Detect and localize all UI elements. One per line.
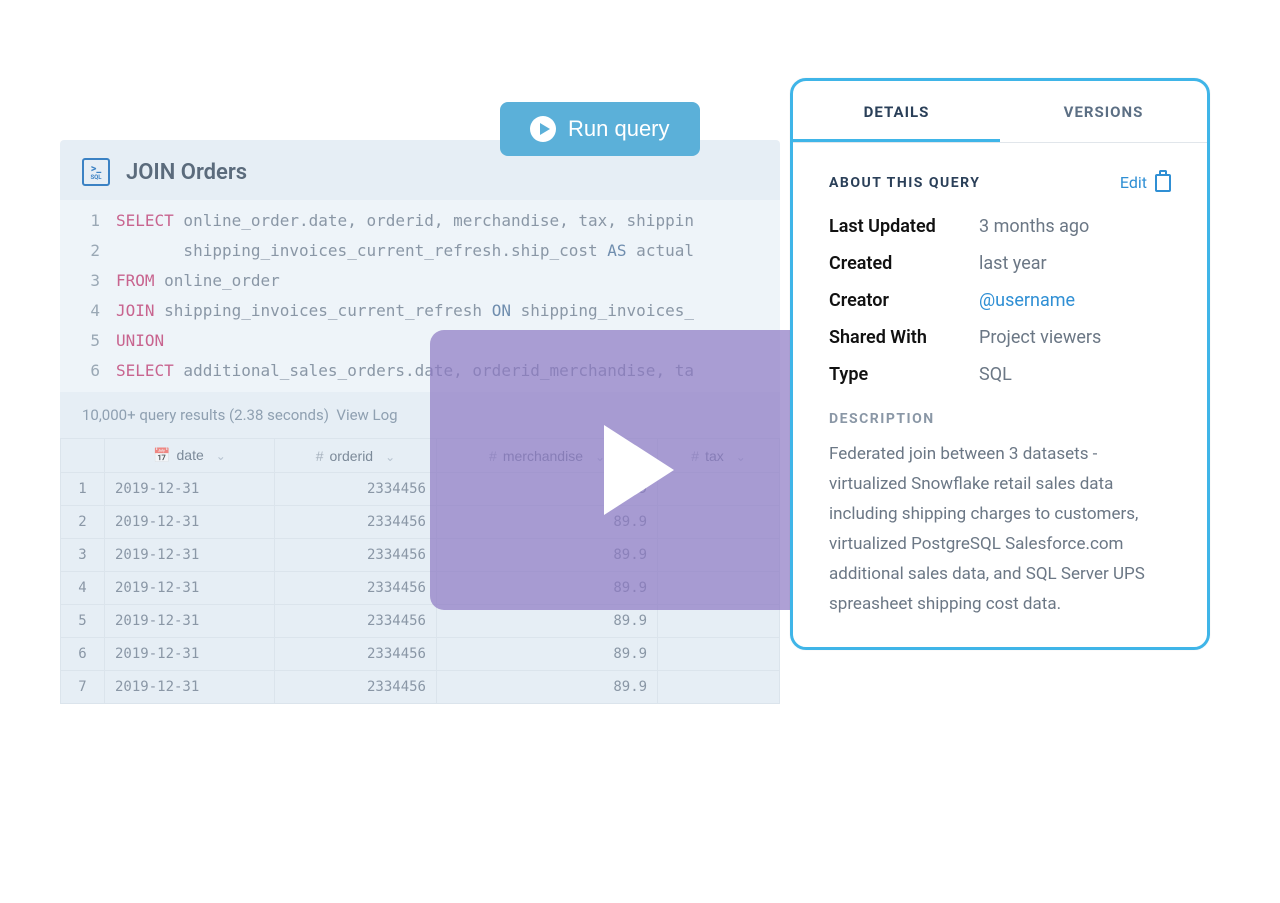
meta-created: last year <box>979 253 1047 274</box>
meta-last-updated-label: Last Updated <box>829 216 979 237</box>
description-title: DESCRIPTION <box>829 411 1171 427</box>
table-row[interactable]: 62019-12-31233445689.9 <box>61 638 780 671</box>
meta-created-label: Created <box>829 253 979 274</box>
edit-button[interactable]: Edit <box>1120 173 1171 192</box>
play-triangle-icon <box>604 425 674 515</box>
code-line[interactable]: 2 shipping_invoices_current_refresh.ship… <box>60 236 780 266</box>
view-log-link[interactable]: View Log <box>336 406 397 424</box>
table-row[interactable]: 72019-12-31233445689.9 <box>61 671 780 704</box>
meta-type-label: Type <box>829 364 979 385</box>
meta-shared: Project viewers <box>979 327 1101 348</box>
details-tabs: DETAILS VERSIONS <box>793 81 1207 143</box>
run-query-button[interactable]: Run query <box>500 102 700 156</box>
code-line[interactable]: 4JOIN shipping_invoices_current_refresh … <box>60 296 780 326</box>
col-date[interactable]: 📅date⌄ <box>105 439 275 473</box>
meta-creator-label: Creator <box>829 290 979 311</box>
tab-versions[interactable]: VERSIONS <box>1000 81 1207 142</box>
details-panel: DETAILS VERSIONS ABOUT THIS QUERY Edit L… <box>790 78 1210 650</box>
sql-icon: >_SQL <box>82 158 110 186</box>
play-icon <box>530 116 556 142</box>
edit-label: Edit <box>1120 173 1147 192</box>
description-body: Federated join between 3 datasets - virt… <box>829 439 1171 619</box>
meta-creator[interactable]: @username <box>979 290 1075 311</box>
code-line[interactable]: 3FROM online_order <box>60 266 780 296</box>
editor-title: JOIN Orders <box>126 160 247 185</box>
meta-last-updated: 3 months ago <box>979 216 1089 237</box>
tab-details[interactable]: DETAILS <box>793 81 1000 142</box>
meta-shared-label: Shared With <box>829 327 979 348</box>
meta-type: SQL <box>979 364 1012 385</box>
about-title: ABOUT THIS QUERY <box>829 175 980 191</box>
col-orderid[interactable]: #orderid⌄ <box>274 439 436 473</box>
video-play-overlay[interactable] <box>430 330 830 610</box>
trash-icon[interactable] <box>1155 174 1171 192</box>
results-count: 10,000+ query results (2.38 seconds) <box>82 406 329 424</box>
run-query-label: Run query <box>568 116 670 142</box>
code-line[interactable]: 1SELECT online_order.date, orderid, merc… <box>60 206 780 236</box>
